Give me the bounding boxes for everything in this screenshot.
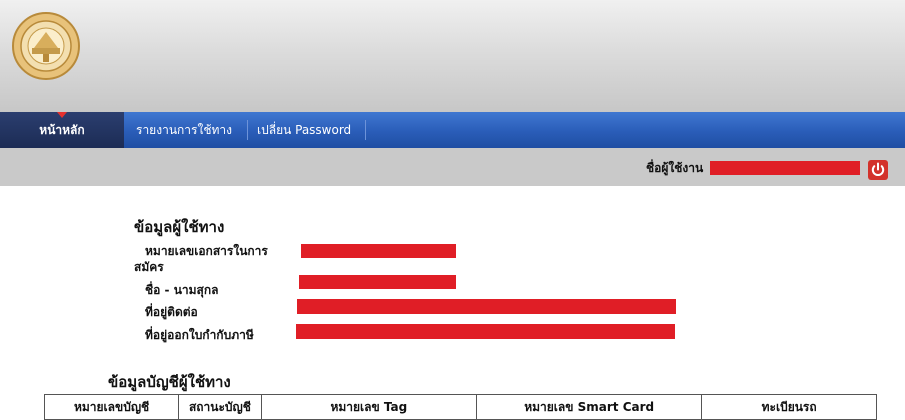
logout-button[interactable] xyxy=(868,160,888,180)
username-redacted xyxy=(710,161,860,175)
col-header-account-number: หมายเลขบัญชี xyxy=(43,394,180,420)
department-seal-logo xyxy=(12,12,80,80)
power-icon xyxy=(871,162,885,176)
document-number-redacted xyxy=(301,244,456,258)
contact-address-redacted xyxy=(297,299,676,314)
tax-invoice-address-label: ที่อยู่ออกใบกำกับภาษี xyxy=(145,328,254,342)
nav-tab-change-password[interactable]: เปลี่ยน Password xyxy=(249,112,369,148)
nav-tab-usage-report[interactable]: รายงานการใช้ทาง xyxy=(128,112,246,148)
col-header-license-plate: ทะเบียนรถ xyxy=(701,394,877,420)
col-header-account-status: สถานะบัญชี xyxy=(178,394,262,420)
header-banner xyxy=(0,0,905,112)
full-name-redacted xyxy=(299,275,456,289)
username-label: ชื่อผู้ใช้งาน xyxy=(646,161,704,175)
full-name-label: ชื่อ - นามสุกล xyxy=(145,283,219,297)
accounts-table: หมายเลขบัญชี สถานะบัญชี หมายเลข Tag หมาย… xyxy=(43,394,877,420)
nav-divider xyxy=(247,120,248,140)
main-navbar: หน้าหลัก รายงานการใช้ทาง เปลี่ยน Passwor… xyxy=(0,112,905,148)
table-header-row: หมายเลขบัญชี สถานะบัญชี หมายเลข Tag หมาย… xyxy=(43,394,877,420)
col-header-tag-number: หมายเลข Tag xyxy=(260,394,478,420)
nav-divider xyxy=(365,120,366,140)
nav-tab-home[interactable]: หน้าหลัก xyxy=(0,112,124,148)
document-number-label-cont: สมัคร xyxy=(134,260,164,274)
contact-address-label: ที่อยู่ติดต่อ xyxy=(145,305,198,319)
tax-invoice-address-redacted xyxy=(296,324,675,339)
accounts-title: ข้อมูลบัญชีผู้ใช้ทาง xyxy=(108,373,231,391)
col-header-smart-card-number: หมายเลข Smart Card xyxy=(476,394,703,420)
user-info-title: ข้อมูลผู้ใช้ทาง xyxy=(134,218,225,236)
